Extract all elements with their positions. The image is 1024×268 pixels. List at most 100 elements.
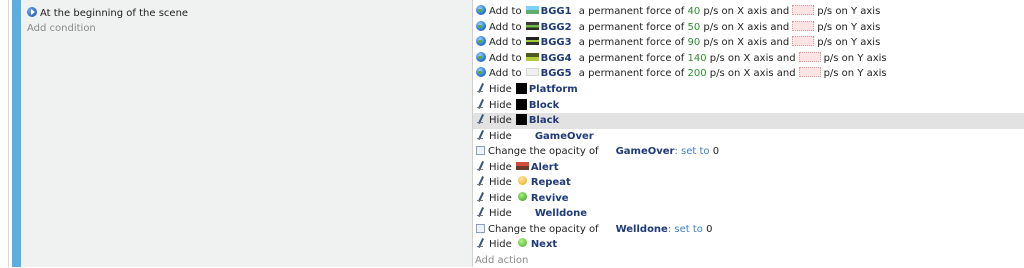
force-text: a permanent force of (579, 53, 685, 64)
add-action-link[interactable]: Add action (475, 253, 1024, 268)
action-add-force-bgg2[interactable]: Add to BGG2 a permanent force of 50 p/s o… (473, 20, 1024, 36)
add-condition-link[interactable]: Add condition (27, 21, 96, 36)
bgg2-thumbnail-icon (526, 22, 539, 30)
action-prefix: Add to (489, 53, 522, 64)
pencil-icon (476, 207, 486, 217)
pencil-icon (476, 83, 486, 93)
action-prefix: Add to (489, 68, 522, 79)
force-x-value: 90 (688, 37, 701, 48)
bgg4-thumbnail-icon (526, 53, 539, 61)
y-axis-text: p/s on Y axis (817, 6, 880, 17)
action-verb: Hide (489, 193, 512, 204)
globe-icon (476, 52, 486, 62)
empty-y-value-field[interactable] (792, 21, 814, 31)
action-hide-block[interactable]: Hide Block (473, 98, 1024, 114)
action-hide-revive[interactable]: Hide Revive (473, 191, 1024, 207)
pencil-icon (476, 238, 486, 248)
action-verb: Hide (489, 131, 512, 142)
alert-thumbnail-icon (516, 162, 529, 170)
force-x-value: 50 (688, 22, 701, 33)
pencil-icon (476, 99, 486, 109)
pencil-icon (476, 114, 486, 124)
action-change-opacity-gameover[interactable]: Change the opacity of GameOver: set to 0 (473, 144, 1024, 160)
object-name: BGG4 (541, 53, 572, 64)
opacity-icon (476, 224, 485, 233)
pencil-icon (476, 130, 486, 140)
action-add-force-bgg5[interactable]: Add toBGG5 a permanent force of 200 p/s … (473, 66, 1024, 82)
action-add-force-bgg3[interactable]: Add toBGG3 a permanent force of 90 p/s o… (473, 35, 1024, 51)
action-prefix: Add to (489, 6, 522, 17)
condition-beginning-of-scene[interactable]: At the beginning of the scene (27, 6, 188, 21)
action-verb: Hide (489, 162, 512, 173)
object-name: BGG2 (541, 22, 572, 33)
empty-y-value-field[interactable] (799, 52, 821, 62)
action-hide-black[interactable]: Hide Black (473, 113, 1024, 129)
object-name: GameOver (616, 146, 675, 157)
force-x-value: 200 (688, 68, 707, 79)
action-prefix: Add to (489, 22, 522, 33)
left-gutter (0, 0, 9, 267)
object-name: Next (531, 239, 557, 250)
y-axis-text: p/s on Y axis (817, 37, 880, 48)
bgg3-thumbnail-icon (526, 37, 539, 45)
pencil-icon (476, 161, 486, 171)
object-name: Repeat (531, 177, 571, 188)
next-thumbnail-icon (518, 238, 527, 247)
action-verb: Hide (489, 177, 512, 188)
x-axis-text: p/s on X axis and (703, 6, 789, 17)
action-verb: Hide (489, 84, 512, 95)
object-name: Welldone (535, 208, 587, 219)
play-scene-icon (27, 7, 37, 17)
empty-y-value-field[interactable] (792, 5, 814, 15)
bgg5-thumbnail-icon (526, 68, 539, 76)
empty-y-value-field[interactable] (792, 36, 814, 46)
set-to-text: : set to (675, 146, 710, 157)
action-change-opacity-welldone[interactable]: Change the opacity of Welldone: set to 0 (473, 222, 1024, 238)
globe-icon (476, 36, 486, 46)
action-verb: Hide (489, 239, 512, 250)
event-selection-bar[interactable] (12, 0, 21, 267)
force-x-value: 40 (688, 6, 701, 17)
action-hide-gameover[interactable]: Hide GameOver (473, 129, 1024, 145)
action-text: Change the opacity of (488, 224, 599, 235)
action-hide-repeat[interactable]: Hide Repeat (473, 175, 1024, 191)
empty-y-value-field[interactable] (799, 67, 821, 77)
platform-thumbnail-icon (516, 83, 527, 94)
action-add-force-bgg4[interactable]: Add to BGG4 a permanent force of 140 p/s … (473, 51, 1024, 67)
x-axis-text: p/s on X axis and (703, 37, 789, 48)
object-name: Welldone (616, 224, 668, 235)
action-verb: Hide (489, 100, 512, 111)
y-axis-text: p/s on Y axis (824, 68, 887, 79)
conditions-panel: At the beginning of the scene Add condit… (21, 0, 473, 267)
action-hide-alert[interactable]: HideAlert (473, 160, 1024, 176)
action-text: Change the opacity of (488, 146, 599, 157)
block-thumbnail-icon (516, 99, 527, 110)
repeat-thumbnail-icon (518, 176, 527, 185)
object-name: Black (529, 115, 559, 126)
welldone-thumbnail-icon (516, 208, 529, 216)
black-thumbnail-icon (516, 114, 527, 125)
action-add-force-bgg1[interactable]: Add toBGG1 a permanent force of 40 p/s o… (473, 4, 1024, 20)
force-text: a permanent force of (579, 68, 685, 79)
pencil-icon (476, 192, 486, 202)
object-name: GameOver (535, 131, 594, 142)
force-text: a permanent force of (579, 22, 685, 33)
action-prefix: Add to (489, 37, 522, 48)
globe-icon (476, 21, 486, 31)
y-axis-text: p/s on Y axis (817, 22, 880, 33)
x-axis-text: p/s on X axis and (710, 53, 796, 64)
x-axis-text: p/s on X axis and (703, 22, 789, 33)
action-verb: Hide (489, 115, 512, 126)
set-to-text: : set to (668, 224, 703, 235)
globe-icon (476, 67, 486, 77)
object-name: BGG3 (541, 37, 572, 48)
action-hide-next[interactable]: Hide Next (473, 237, 1024, 253)
gameover-thumbnail-icon (516, 131, 529, 139)
object-name: Revive (531, 193, 569, 204)
object-name: Block (529, 100, 560, 111)
action-hide-welldone[interactable]: HideWelldone (473, 206, 1024, 222)
opacity-value: 0 (706, 224, 712, 235)
force-x-value: 140 (688, 53, 707, 64)
opacity-value: 0 (713, 146, 719, 157)
action-hide-platform[interactable]: HidePlatform (473, 82, 1024, 98)
